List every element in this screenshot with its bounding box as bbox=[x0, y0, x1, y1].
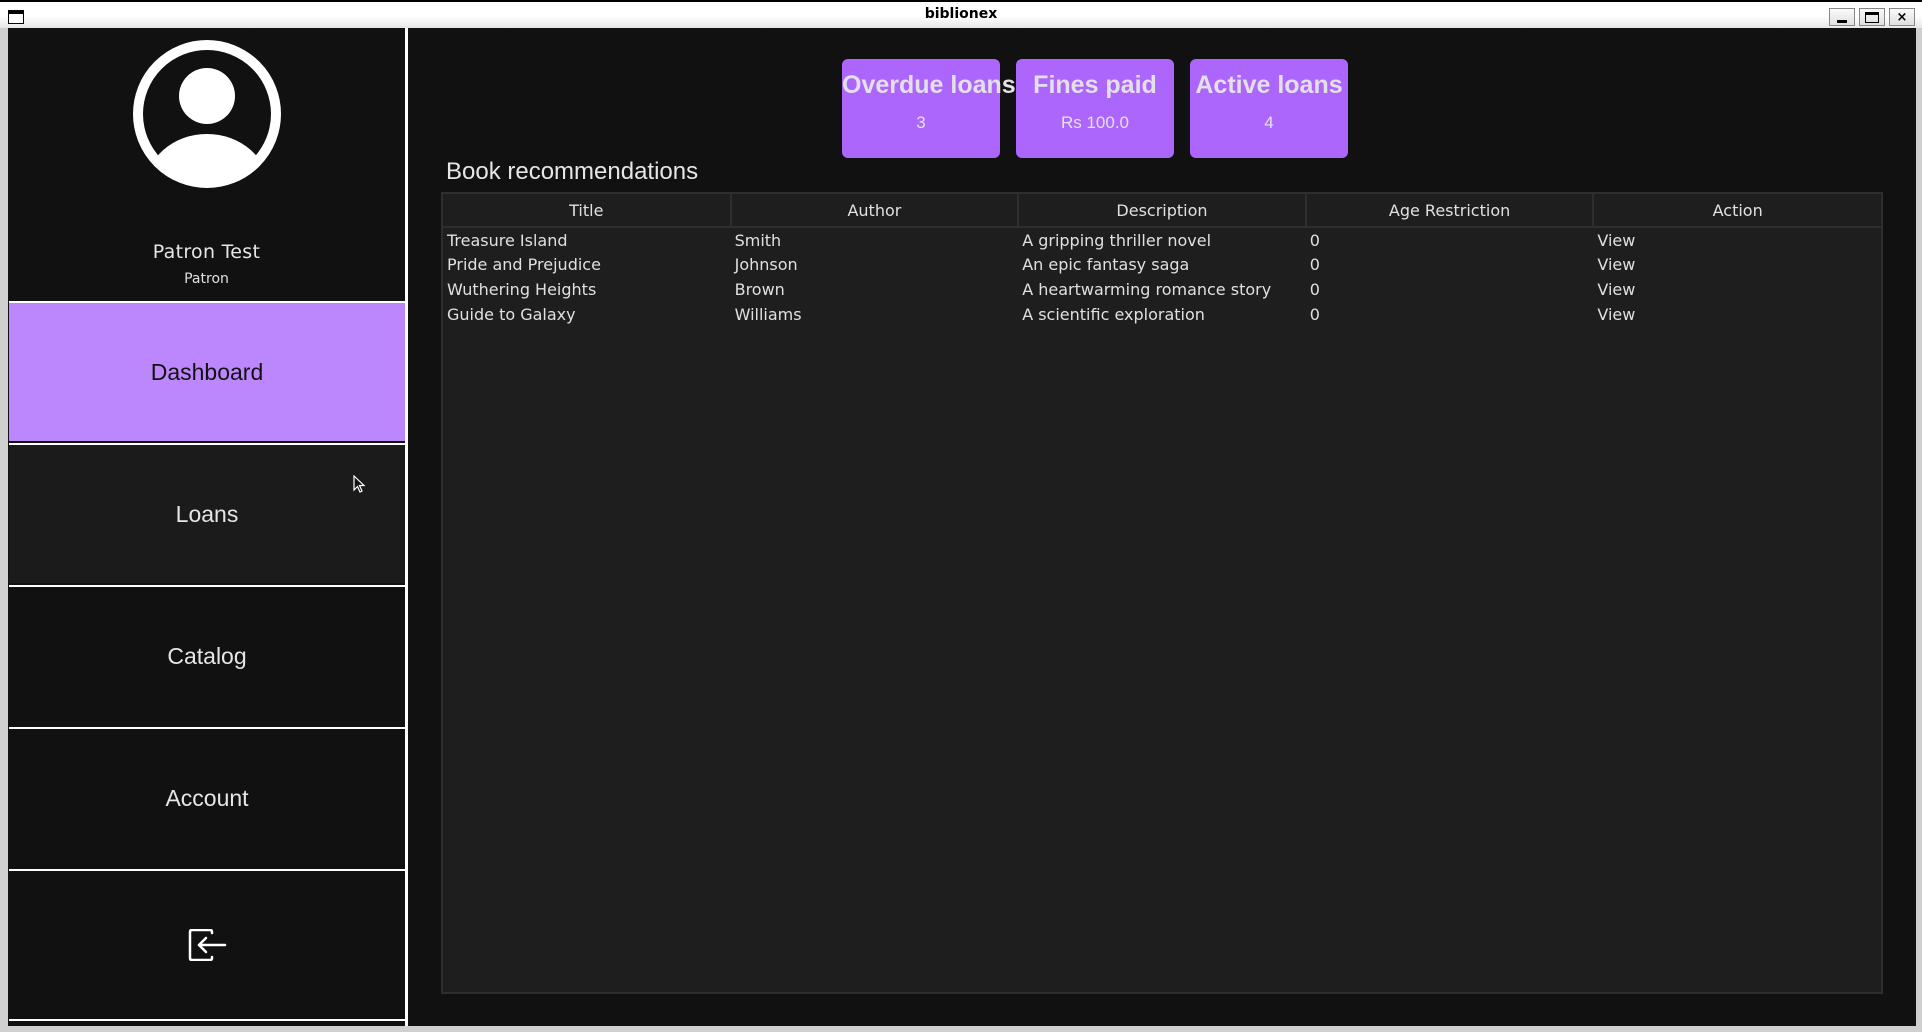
column-header-description[interactable]: Description bbox=[1018, 194, 1307, 228]
cell-title: Pride and Prejudice bbox=[447, 255, 601, 274]
cell-description: A gripping thriller novel bbox=[1022, 230, 1212, 250]
window-title: biblionex bbox=[924, 6, 998, 22]
nav-catalog-label: Catalog bbox=[167, 642, 247, 669]
sidebar: Patron Test Patron Dashboard Loans Catal… bbox=[8, 28, 408, 1026]
view-button[interactable]: View bbox=[1593, 227, 1881, 252]
profile-section: Patron Test Patron bbox=[8, 28, 405, 301]
logout-icon bbox=[188, 929, 227, 961]
nav-loans-label: Loans bbox=[175, 500, 239, 527]
minimize-button[interactable] bbox=[1829, 8, 1855, 26]
section-title: Book recommendations bbox=[446, 158, 699, 185]
cell-age-restriction: 0 bbox=[1309, 305, 1320, 324]
table-row[interactable]: Treasure Island Smith A gripping thrille… bbox=[443, 227, 1881, 252]
main-content: Overdue loans 3 Fines paid Rs 100.0 Acti… bbox=[411, 28, 1916, 1026]
app-window: Patron Test Patron Dashboard Loans Catal… bbox=[8, 28, 1916, 1026]
stat-label: Active loans bbox=[1195, 71, 1343, 99]
stat-value: Rs 100.0 bbox=[1060, 113, 1130, 132]
stat-value: 3 bbox=[916, 113, 926, 132]
column-header-author[interactable]: Author bbox=[730, 194, 1020, 228]
view-button[interactable]: View bbox=[1593, 302, 1881, 327]
maximize-icon bbox=[1865, 11, 1879, 23]
profile-name: Patron Test bbox=[152, 241, 261, 263]
column-header-title[interactable]: Title bbox=[443, 194, 732, 228]
close-icon: × bbox=[1896, 9, 1908, 25]
nav-dashboard[interactable]: Dashboard bbox=[9, 301, 405, 441]
cell-description: An epic fantasy saga bbox=[1022, 255, 1190, 274]
cell-age-restriction: 0 bbox=[1309, 280, 1320, 299]
nav-account-label: Account bbox=[165, 784, 249, 811]
logout-button[interactable] bbox=[9, 869, 405, 1021]
table-row[interactable]: Wuthering Heights Brown A heartwarming r… bbox=[443, 277, 1881, 302]
cell-title: Treasure Island bbox=[447, 230, 568, 250]
nav-account[interactable]: Account bbox=[9, 727, 405, 867]
cell-description: A scientific exploration bbox=[1022, 305, 1205, 324]
nav-dashboard-label: Dashboard bbox=[150, 358, 264, 385]
profile-role: Patron bbox=[184, 271, 229, 287]
cell-title: Wuthering Heights bbox=[447, 280, 597, 299]
recommendations-table: Title Author Description Age Restriction… bbox=[441, 192, 1883, 994]
stat-card-active-loans: Active loans 4 bbox=[1190, 59, 1348, 158]
table-header-row: Title Author Description Age Restriction… bbox=[443, 194, 1881, 228]
user-circle-icon bbox=[133, 40, 281, 188]
cell-author: Johnson bbox=[734, 255, 798, 274]
cell-author: Williams bbox=[734, 305, 802, 324]
cell-age-restriction: 0 bbox=[1309, 230, 1320, 250]
stat-label: Overdue loans bbox=[842, 71, 1016, 99]
cell-title: Guide to Galaxy bbox=[447, 305, 576, 324]
close-button[interactable]: × bbox=[1889, 8, 1915, 26]
cell-age-restriction: 0 bbox=[1309, 255, 1320, 274]
stat-card-overdue-loans: Overdue loans 3 bbox=[842, 59, 1016, 158]
table-row[interactable]: Pride and Prejudice Johnson An epic fant… bbox=[443, 252, 1881, 277]
cell-description: A heartwarming romance story bbox=[1022, 280, 1272, 299]
cell-author: Smith bbox=[734, 230, 782, 250]
table-row[interactable]: Guide to Galaxy Williams A scientific ex… bbox=[443, 302, 1881, 327]
window-titlebar: biblionex × bbox=[0, 0, 1922, 28]
column-header-age-restriction[interactable]: Age Restriction bbox=[1305, 194, 1595, 228]
stat-value: 4 bbox=[1264, 113, 1274, 132]
stat-card-fines-paid: Fines paid Rs 100.0 bbox=[1016, 59, 1174, 158]
nav-catalog[interactable]: Catalog bbox=[9, 585, 405, 725]
view-button[interactable]: View bbox=[1593, 252, 1881, 277]
nav-loans[interactable]: Loans bbox=[9, 443, 405, 583]
column-header-action[interactable]: Action bbox=[1593, 194, 1881, 228]
view-button[interactable]: View bbox=[1593, 277, 1881, 302]
maximize-button[interactable] bbox=[1859, 8, 1885, 26]
stat-label: Fines paid bbox=[1033, 71, 1157, 99]
cell-author: Brown bbox=[734, 280, 785, 299]
minimize-icon bbox=[1837, 19, 1847, 23]
